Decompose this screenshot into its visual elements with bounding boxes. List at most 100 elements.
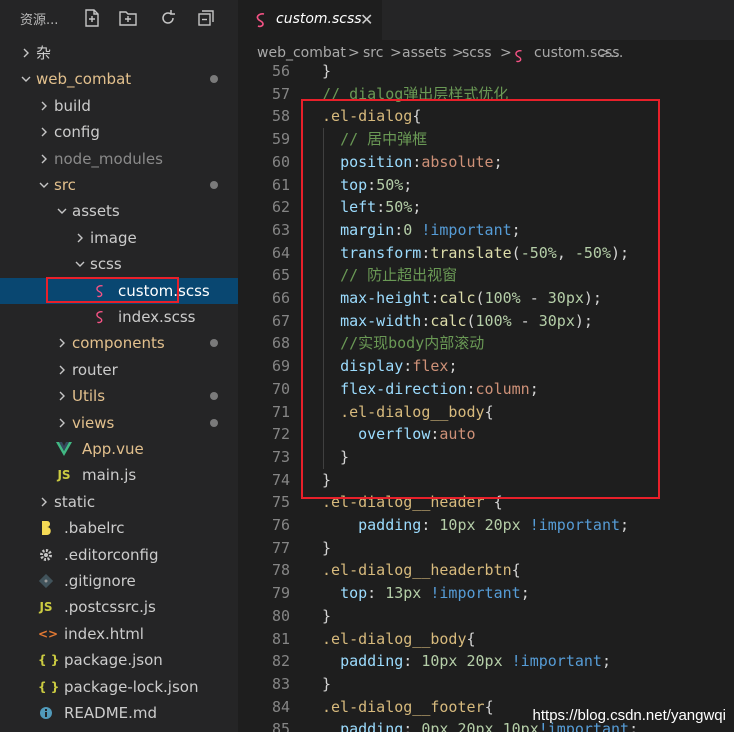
chevron-right-icon[interactable] xyxy=(36,489,50,515)
selection-highlight-box xyxy=(46,277,179,303)
gear-icon xyxy=(38,542,54,568)
modified-dot xyxy=(210,181,218,189)
line-number: 64 xyxy=(271,243,290,262)
refresh-icon[interactable] xyxy=(158,8,178,28)
line-number: 73 xyxy=(271,447,290,466)
tree-item-label: node_modules xyxy=(54,149,163,168)
close-icon[interactable]: ✕ xyxy=(360,10,373,29)
tree-item-readme-md[interactable]: README.md xyxy=(0,700,238,726)
line-number: 63 xyxy=(271,220,290,239)
sass-file-icon xyxy=(254,12,268,32)
code-line: 56} xyxy=(238,60,734,83)
chevron-right-icon[interactable] xyxy=(54,410,68,436)
tree-item-label: README.md xyxy=(64,704,158,722)
tree-item-label: config xyxy=(54,123,100,142)
tree-item-label: router xyxy=(72,360,118,379)
chevron-right-icon[interactable] xyxy=(54,383,68,409)
new-file-icon[interactable] xyxy=(82,8,102,28)
line-number: 79 xyxy=(271,584,290,603)
tree-item-scss[interactable]: scss xyxy=(0,251,238,277)
tab-custom-scss[interactable]: custom.scss ✕ xyxy=(238,0,382,40)
tree-item-router[interactable]: router xyxy=(0,357,238,383)
line-number: 75 xyxy=(271,493,290,512)
code-line: 82 padding: 10px 20px !important; xyxy=(238,650,734,673)
modified-dot xyxy=(210,339,218,348)
line-number: 58 xyxy=(271,107,290,126)
line-number: 82 xyxy=(271,652,290,671)
tree-item-package-json[interactable]: { } package.json xyxy=(0,647,238,673)
tree-item-label: src xyxy=(54,176,76,194)
tree-item-label: index.html xyxy=(64,624,144,643)
tree-item-index-html[interactable]: <> index.html xyxy=(0,621,238,647)
tree-item-utils[interactable]: Utils xyxy=(0,383,238,409)
tree-item-node-modules[interactable]: node_modules xyxy=(0,146,238,172)
tree-item-main-js[interactable]: JS main.js xyxy=(0,462,238,488)
line-number: 74 xyxy=(271,470,290,489)
line-number: 70 xyxy=(271,379,290,398)
chevron-right-icon[interactable] xyxy=(36,146,50,172)
tree-item-label: index.scss xyxy=(118,308,196,326)
line-number: 60 xyxy=(271,152,290,171)
tree-item-editorconfig[interactable]: .editorconfig xyxy=(0,542,238,568)
chevron-down-icon[interactable] xyxy=(72,251,86,277)
json-file-icon: { } xyxy=(38,679,60,694)
tree-item-config[interactable]: config xyxy=(0,119,238,145)
line-number: 71 xyxy=(271,402,290,421)
new-folder-icon[interactable] xyxy=(118,8,138,28)
collapse-all-icon[interactable] xyxy=(196,8,216,28)
line-number: 76 xyxy=(271,516,290,534)
tree-item-label: package-lock.json xyxy=(64,677,199,696)
tree-item-label: .babelrc xyxy=(64,519,125,538)
tree-item-postcssrc-js[interactable]: JS .postcssrc.js xyxy=(0,594,238,620)
chevron-right-icon[interactable] xyxy=(36,93,50,119)
chevron-down-icon[interactable] xyxy=(36,172,50,198)
line-number: 72 xyxy=(271,425,290,444)
tree-item-views[interactable]: views xyxy=(0,410,238,436)
tree-item-package-lock-json[interactable]: { } package-lock.json xyxy=(0,674,238,700)
line-number: 85 xyxy=(271,720,290,732)
line-number: 61 xyxy=(271,175,290,194)
chevron-down-icon[interactable] xyxy=(54,198,68,224)
info-icon xyxy=(38,700,54,726)
chevron-right-icon[interactable] xyxy=(36,119,50,145)
tree-item-assets[interactable]: assets xyxy=(0,198,238,224)
code-line: 80} xyxy=(238,605,734,628)
tree-item-image[interactable]: image xyxy=(0,225,238,251)
tree-item-label: image xyxy=(90,228,137,247)
line-number: 65 xyxy=(271,266,290,285)
tree-item-gitignore[interactable]: .gitignore xyxy=(0,568,238,594)
chevron-down-icon[interactable] xyxy=(18,66,32,92)
code-text: .el-dialog__body{ xyxy=(322,629,476,648)
code-text: .el-dialog__footer{ xyxy=(322,697,494,716)
tree-item-label: scss xyxy=(90,255,122,274)
watermark: https://blog.csdn.net/yangwqi xyxy=(532,707,726,724)
chevron-right-icon[interactable] xyxy=(54,330,68,356)
line-number: 81 xyxy=(271,629,290,648)
tree-item-build[interactable]: build xyxy=(0,93,238,119)
chevron-right-icon[interactable] xyxy=(18,40,32,66)
line-number: 68 xyxy=(271,334,290,353)
tree-item-babelrc[interactable]: .babelrc xyxy=(0,515,238,541)
tree-item-web-combat[interactable]: web_combat xyxy=(0,66,238,92)
modified-dot xyxy=(210,75,218,84)
tree-item-index-scss[interactable]: index.scss xyxy=(0,304,238,330)
tree-item-src[interactable]: src xyxy=(0,172,238,198)
line-number: 57 xyxy=(271,84,290,103)
tree-item-label: .editorconfig xyxy=(64,545,159,564)
tree-item-static[interactable]: static xyxy=(0,489,238,515)
line-number: 80 xyxy=(271,606,290,625)
code-line: 78 .el-dialog__headerbtn{ xyxy=(238,559,734,582)
chevron-right-icon[interactable] xyxy=(72,225,86,251)
tree-item-[interactable]: 杂 xyxy=(0,40,238,66)
tree-item-label: main.js xyxy=(82,466,137,485)
vue-file-icon xyxy=(56,436,72,462)
js-file-icon: JS xyxy=(39,600,53,615)
tree-item-app-vue[interactable]: App.vue xyxy=(0,436,238,462)
explorer-title: 资源... xyxy=(20,13,59,28)
chevron-right-icon[interactable] xyxy=(54,357,68,383)
line-number: 78 xyxy=(271,561,290,580)
line-number: 83 xyxy=(271,674,290,693)
tree-item-components[interactable]: components xyxy=(0,330,238,356)
html-file-icon: <> xyxy=(38,626,59,641)
line-number: 66 xyxy=(271,289,290,307)
